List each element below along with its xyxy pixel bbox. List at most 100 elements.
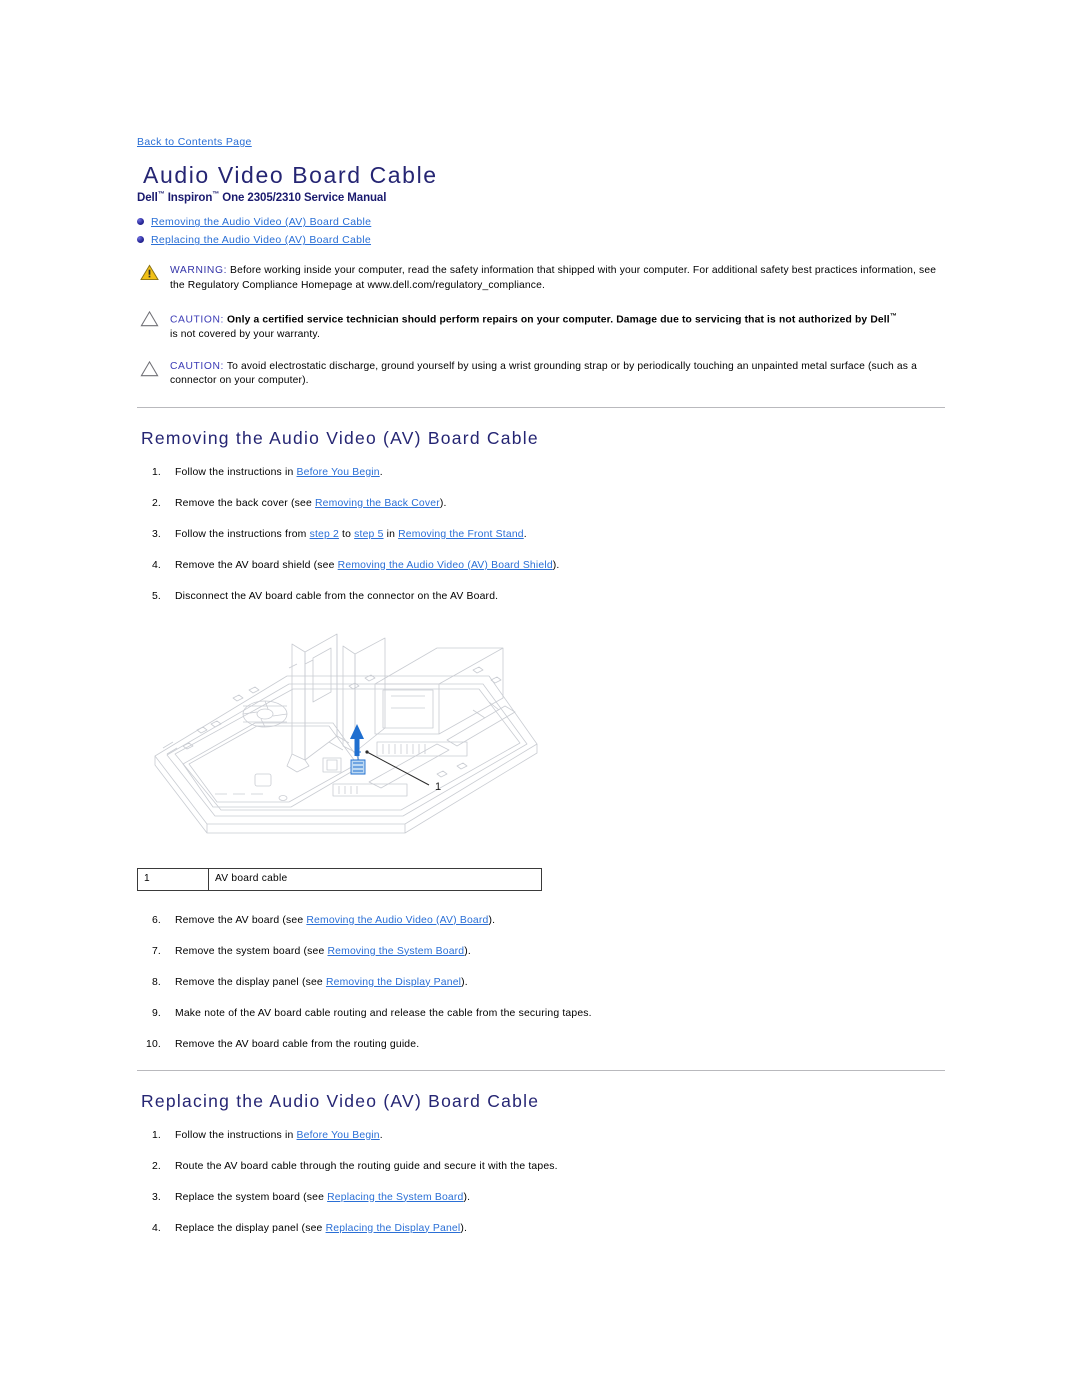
step-text: Remove the AV board shield (see <box>175 559 338 571</box>
step-text: Follow the instructions from <box>175 528 310 540</box>
toc-link-replacing[interactable]: Replacing the Audio Video (AV) Board Cab… <box>151 234 371 246</box>
caution-notice-technician: CAUTION: Only a certified service techni… <box>137 310 947 342</box>
step-text: Remove the system board (see <box>175 945 328 957</box>
step-link-removing-av-board-shield[interactable]: Removing the Audio Video (AV) Board Shie… <box>338 560 553 571</box>
step-text: Replace the system board (see <box>175 1191 328 1203</box>
step-text-post: . <box>523 528 527 540</box>
step-number: 5. <box>151 590 161 602</box>
step-text-post: ). <box>552 559 560 571</box>
step-number: 1. <box>151 466 161 478</box>
step-link-replacing-system-board[interactable]: Replacing the System Board <box>327 1192 463 1203</box>
legend-label: AV board cable <box>208 867 542 891</box>
caution-body-tail: is not covered by your warranty. <box>170 329 320 341</box>
list-item: 2. Route the AV board cable through the r… <box>137 1160 947 1174</box>
step-link-step-5[interactable]: step 5 <box>354 529 383 540</box>
step-link-removing-av-board[interactable]: Removing the Audio Video (AV) Board <box>306 915 488 926</box>
callout-anchor-dot <box>365 750 369 754</box>
step-text: Replace the display panel (see <box>175 1222 326 1234</box>
step-link-step-2[interactable]: step 2 <box>310 529 339 540</box>
step-text-post: . <box>379 466 383 478</box>
removing-steps-list: 1. Follow the instructions in Before You … <box>137 466 947 604</box>
step-text: Make note of the AV board cable routing … <box>175 1007 592 1019</box>
bullet-icon <box>137 236 144 244</box>
subtitle-rest: One 2305/2310 Service Manual <box>219 192 387 205</box>
step-text-post: ). <box>439 497 447 509</box>
step-text-post: ). <box>461 976 468 988</box>
warning-notice: WARNING: Before working inside your comp… <box>137 264 947 293</box>
section-divider <box>137 406 945 408</box>
figure-av-board-cable: 1 <box>137 624 557 856</box>
list-item: 4. Replace the display panel (see Replaci… <box>137 1222 947 1236</box>
table-row: 1 AV board cable <box>137 867 542 891</box>
step-link-replacing-display-panel[interactable]: Replacing the Display Panel <box>326 1223 461 1234</box>
step-text-mid: to <box>338 528 355 540</box>
document-page: Back to Contents Page Audio Video Board … <box>137 0 947 1253</box>
step-link-removing-front-stand[interactable]: Removing the Front Stand <box>398 529 524 540</box>
step-text: Remove the AV board (see <box>175 914 307 926</box>
warning-triangle-icon <box>140 264 159 281</box>
step-link-removing-display-panel[interactable]: Removing the Display Panel <box>326 977 461 988</box>
list-item: 1. Follow the instructions in Before You … <box>137 1129 947 1143</box>
subtitle-dell: Dell <box>137 192 158 205</box>
list-item: 6. Remove the AV board (see Removing the … <box>137 914 947 928</box>
list-item: 9. Make note of the AV board cable routin… <box>137 1007 947 1021</box>
list-item: 4. Remove the AV board shield (see Removi… <box>137 559 947 573</box>
step-text: Route the AV board cable through the rou… <box>175 1160 558 1172</box>
step-text: Follow the instructions in <box>175 466 297 478</box>
section-heading-replacing: Replacing the Audio Video (AV) Board Cab… <box>141 1090 540 1111</box>
step-number: 2. <box>151 1160 161 1172</box>
step-text-mid2: in <box>383 528 399 540</box>
list-item: Removing the Audio Video (AV) Board Cabl… <box>137 215 947 229</box>
page-title: Audio Video Board Cable <box>143 162 438 188</box>
subtitle-inspiron: Inspiron <box>164 192 213 205</box>
step-text: Remove the back cover (see <box>175 497 315 509</box>
caution-triangle-icon <box>140 360 159 376</box>
toc-link-removing[interactable]: Removing the Audio Video (AV) Board Cabl… <box>151 216 371 228</box>
step-number: 10. <box>146 1038 161 1050</box>
list-item: 7. Remove the system board (see Removing … <box>137 945 947 959</box>
warning-body: Before working inside your computer, rea… <box>170 265 937 291</box>
callout-leader-line <box>366 751 430 786</box>
section-heading-removing: Removing the Audio Video (AV) Board Cabl… <box>141 427 539 448</box>
step-text-post: ). <box>463 1191 471 1203</box>
step-number: 4. <box>151 559 161 571</box>
step-text: Disconnect the AV board cable from the c… <box>175 590 499 602</box>
list-item: 3. Follow the instructions from step 2 to… <box>137 528 947 542</box>
caution-body: To avoid electrostatic discharge, ground… <box>170 360 917 387</box>
trademark-icon: ™ <box>889 313 897 321</box>
step-text: Follow the instructions in <box>175 1129 297 1141</box>
list-item: 1. Follow the instructions in Before You … <box>137 466 947 480</box>
table-of-contents: Removing the Audio Video (AV) Board Cabl… <box>137 215 947 247</box>
caution-keyword: CAUTION: <box>170 360 224 372</box>
step-text-post: ). <box>464 945 471 957</box>
list-item: 2. Remove the back cover (see Removing th… <box>137 497 947 511</box>
step-link-before-you-begin[interactable]: Before You Begin <box>297 467 380 478</box>
step-number: 4. <box>151 1222 161 1234</box>
caution-body-bold: Only a certified service technician shou… <box>224 314 890 326</box>
step-text-post: . <box>379 1129 383 1141</box>
step-number: 9. <box>151 1007 161 1019</box>
page-subtitle: Dell™ Inspiron™ One 2305/2310 Service Ma… <box>137 191 947 204</box>
section-divider <box>137 1069 945 1071</box>
step-number: 3. <box>151 1191 161 1203</box>
step-text: Remove the AV board cable from the routi… <box>175 1038 420 1050</box>
removing-steps-list-continued: 6. Remove the AV board (see Removing the … <box>137 914 947 1052</box>
back-to-contents-link[interactable]: Back to Contents Page <box>137 136 252 148</box>
step-link-removing-back-cover[interactable]: Removing the Back Cover <box>315 498 440 509</box>
list-item: 10. Remove the AV board cable from the ro… <box>137 1038 947 1052</box>
trademark-icon: ™ <box>157 191 165 199</box>
callout-number-1: 1 <box>435 781 441 793</box>
step-text: Remove the display panel (see <box>175 976 326 988</box>
caution-triangle-icon <box>140 311 159 327</box>
direction-arrow-icon <box>350 723 364 756</box>
step-link-before-you-begin[interactable]: Before You Begin <box>297 1130 380 1141</box>
step-link-removing-system-board[interactable]: Removing the System Board <box>328 946 465 957</box>
warning-keyword: WARNING: <box>170 265 228 277</box>
step-text-post: ). <box>460 1222 468 1234</box>
step-number: 3. <box>151 528 161 540</box>
legend-index: 1 <box>137 867 209 891</box>
step-text-post: ). <box>488 914 496 926</box>
step-number: 2. <box>151 497 161 509</box>
replacing-steps-list: 1. Follow the instructions in Before You … <box>137 1129 947 1236</box>
step-number: 7. <box>151 945 161 957</box>
